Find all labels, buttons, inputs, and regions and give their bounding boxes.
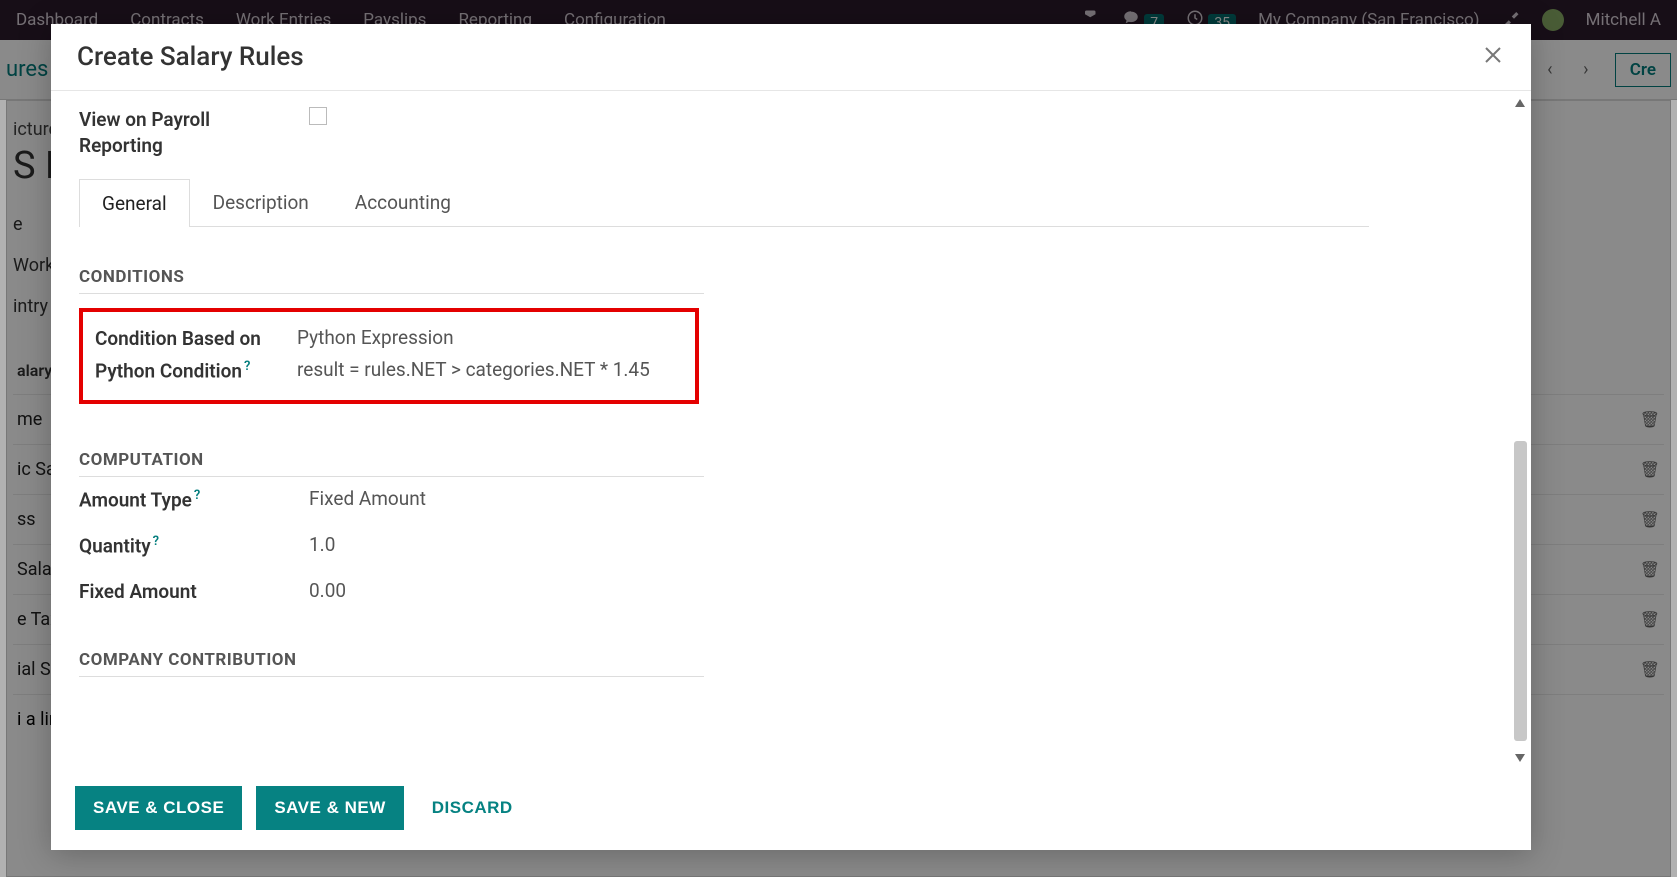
scroll-down-icon[interactable] (1515, 754, 1525, 764)
quantity-value[interactable]: 1.0 (309, 533, 335, 556)
modal-title: Create Salary Rules (77, 42, 304, 72)
modal-body[interactable]: View on Payroll Reporting General Descri… (51, 91, 1531, 770)
quantity-label: Quantity? (79, 533, 289, 559)
fixed-amount-label: Fixed Amount (79, 579, 289, 605)
tab-description[interactable]: Description (190, 178, 332, 226)
view-on-payroll-reporting-label: View on Payroll Reporting (79, 107, 289, 158)
tab-general[interactable]: General (79, 179, 190, 227)
condition-based-on-label: Condition Based on (95, 326, 277, 352)
fixed-amount-value[interactable]: 0.00 (309, 579, 346, 602)
help-icon[interactable]: ? (244, 359, 250, 374)
save-and-close-button[interactable]: SAVE & CLOSE (75, 786, 242, 830)
amount-type-label: Amount Type? (79, 487, 289, 513)
view-on-payroll-reporting-checkbox[interactable] (309, 107, 327, 125)
help-icon[interactable]: ? (153, 534, 159, 549)
discard-button[interactable]: DISCARD (418, 786, 527, 830)
condition-based-on-value[interactable]: Python Expression (297, 326, 454, 349)
section-company-contribution: COMPANY CONTRIBUTION (79, 650, 704, 677)
help-icon[interactable]: ? (194, 488, 200, 503)
scroll-up-icon[interactable] (1515, 97, 1525, 107)
tab-accounting[interactable]: Accounting (332, 178, 474, 226)
amount-type-value[interactable]: Fixed Amount (309, 487, 426, 510)
tabs: General Description Accounting (79, 178, 1369, 227)
section-conditions: CONDITIONS (79, 267, 704, 294)
modal-footer: SAVE & CLOSE SAVE & NEW DISCARD (51, 770, 1531, 850)
conditions-highlight: Condition Based on Python Expression Pyt… (79, 308, 699, 404)
section-computation: COMPUTATION (79, 450, 704, 477)
python-condition-label: Python Condition? (95, 358, 277, 384)
close-icon[interactable] (1481, 43, 1505, 71)
python-condition-value[interactable]: result = rules.NET > categories.NET * 1.… (297, 358, 650, 381)
create-salary-rules-modal: Create Salary Rules View on Payroll Repo… (51, 24, 1531, 850)
scrollbar-thumb[interactable] (1514, 441, 1527, 741)
save-and-new-button[interactable]: SAVE & NEW (256, 786, 403, 830)
